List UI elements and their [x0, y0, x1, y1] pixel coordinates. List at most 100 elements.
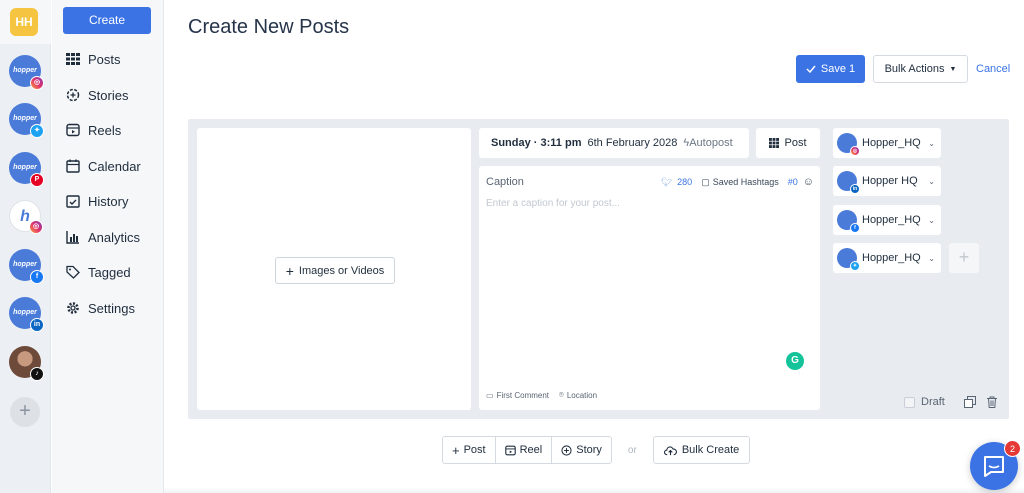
reels-icon: [504, 445, 516, 455]
draft-checkbox[interactable]: [904, 396, 915, 408]
account-label: hopper: [13, 261, 37, 268]
account-avatar-facebook[interactable]: hopper f: [9, 249, 44, 284]
twitter-icon: ✦: [850, 261, 860, 271]
trash-icon[interactable]: [986, 396, 998, 408]
account-avatar-linkedin[interactable]: hopper in: [9, 297, 44, 332]
account-avatar-pinterest[interactable]: hopper P: [9, 152, 44, 187]
account-name: Hopper_HQ: [862, 214, 921, 226]
nav-item-settings[interactable]: Settings: [66, 298, 135, 318]
bulk-actions-label: Bulk Actions: [884, 63, 945, 75]
cancel-link[interactable]: Cancel: [976, 63, 1010, 75]
chevron-down-icon: ⌄: [928, 215, 935, 225]
caption-input[interactable]: [486, 198, 806, 348]
account-avatar: ◎: [837, 133, 860, 156]
linkedin-icon: in: [850, 184, 860, 194]
account-label: h: [20, 208, 30, 225]
nav-label: Tagged: [88, 264, 131, 280]
grid-icon: [66, 53, 80, 65]
post-type-label: Post: [784, 137, 807, 149]
add-story-label: Story: [576, 444, 602, 456]
account-avatar-tiktok[interactable]: ♪: [9, 346, 44, 381]
gear-icon: [67, 302, 79, 314]
nav-item-tagged[interactable]: Tagged: [66, 262, 131, 282]
nav-item-calendar[interactable]: Calendar: [66, 156, 141, 176]
instagram-icon: ◎: [850, 146, 860, 156]
nav-item-history[interactable]: History: [66, 191, 128, 211]
autopost-toggle[interactable]: ϟAutopost: [683, 137, 732, 149]
account-avatar: f: [837, 210, 860, 233]
add-account-selector-button[interactable]: +: [949, 243, 979, 273]
account-label: hopper: [13, 67, 37, 74]
account-selector-twitter[interactable]: ✦ Hopper_HQ ⌄: [833, 243, 941, 273]
draft-toggle[interactable]: Draft: [904, 396, 945, 408]
location-button[interactable]: ⌾ Location: [559, 390, 597, 400]
page-title: Create New Posts: [188, 16, 350, 38]
autopost-label: Autopost: [689, 137, 733, 149]
save-label: Save 1: [820, 63, 856, 75]
saved-hashtags-button[interactable]: ▢ Saved Hashtags: [701, 177, 779, 188]
twitter-icon: ✦: [30, 124, 44, 138]
schedule-date: 6th February 2028: [587, 137, 678, 149]
account-label: hopper: [13, 115, 37, 122]
check-icon: [806, 65, 816, 74]
add-media-button[interactable]: + Images or Videos: [275, 257, 395, 284]
saved-hashtags-label: Saved Hashtags: [712, 177, 779, 187]
linkedin-icon: in: [30, 318, 44, 332]
note-icon: ▢: [701, 176, 710, 187]
facebook-icon: f: [30, 270, 44, 284]
bulk-actions-dropdown[interactable]: Bulk Actions ▼: [873, 55, 968, 83]
caption-editor: Caption 🐦︎ 280 ▢ Saved Hashtags #0 ☺ G ▭…: [479, 166, 820, 410]
account-selector-instagram[interactable]: ◎ Hopper_HQ ⌄: [833, 128, 941, 158]
add-story-button[interactable]: Story: [552, 437, 611, 463]
first-comment-button[interactable]: ▭ First Comment: [486, 391, 549, 400]
media-dropzone[interactable]: + Images or Videos: [197, 128, 471, 410]
grid-icon: [769, 138, 780, 148]
save-button[interactable]: Save 1: [796, 55, 865, 83]
workspace-avatar[interactable]: HH: [10, 8, 38, 36]
analytics-icon: [66, 231, 79, 244]
emoji-icon[interactable]: ☺: [803, 176, 814, 188]
post-editor-panel: + Images or Videos Sunday · 3:11 pm 6th …: [188, 119, 1009, 419]
nav-item-posts[interactable]: Posts: [66, 49, 121, 69]
instagram-icon: ◎: [29, 220, 43, 234]
duplicate-icon[interactable]: [964, 396, 976, 408]
nav-label: History: [88, 193, 129, 209]
nav-label: Stories: [88, 87, 129, 103]
hashtag-count[interactable]: #0: [788, 177, 798, 187]
chevron-down-icon: ⌄: [928, 253, 935, 263]
chevron-down-icon: ⌄: [928, 138, 935, 148]
add-post-label: Post: [463, 444, 486, 456]
chat-unread-badge: 2: [1004, 440, 1021, 457]
grammarly-icon[interactable]: G: [786, 352, 804, 370]
add-reel-button[interactable]: Reel: [496, 437, 553, 463]
nav-label: Calendar: [88, 158, 141, 174]
instagram-icon: ◎: [30, 76, 44, 90]
nav-label: Posts: [88, 51, 121, 67]
account-avatar-instagram[interactable]: hopper ◎: [9, 55, 44, 90]
post-type-selector[interactable]: Post: [756, 128, 820, 158]
chevron-down-icon: ⌄: [928, 176, 935, 186]
account-selector-linkedin[interactable]: in Hopper HQ ⌄: [833, 166, 941, 196]
nav-item-analytics[interactable]: Analytics: [66, 227, 140, 247]
add-post-button[interactable]: + Post: [443, 437, 496, 463]
account-name: Hopper HQ: [862, 175, 918, 187]
bulk-create-button[interactable]: Bulk Create: [652, 436, 751, 464]
account-avatar: ✦: [837, 248, 860, 271]
reels-icon: [66, 123, 80, 137]
add-post-bar: + Post Reel Story or Bulk Create: [442, 436, 751, 464]
nav-item-stories[interactable]: Stories: [66, 85, 128, 105]
nav-label: Analytics: [88, 229, 141, 245]
account-avatar: in: [837, 171, 860, 194]
account-selector-facebook[interactable]: f Hopper_HQ ⌄: [833, 205, 941, 235]
account-avatar-twitter[interactable]: hopper ✦: [9, 103, 44, 138]
account-avatar-instagram-h[interactable]: h ◎: [9, 200, 43, 234]
create-button[interactable]: Create: [63, 7, 151, 34]
nav-sidebar: Create Posts Stories Reels Calendar Hist…: [52, 0, 164, 493]
add-account-button[interactable]: +: [10, 397, 40, 427]
char-count: 280: [677, 177, 693, 187]
nav-item-reels[interactable]: Reels: [66, 120, 121, 140]
caption-footer: ▭ First Comment ⌾ Location: [486, 390, 597, 400]
account-label: hopper: [13, 309, 37, 316]
first-comment-label: First Comment: [496, 390, 550, 400]
schedule-selector[interactable]: Sunday · 3:11 pm 6th February 2028 ϟAuto…: [479, 128, 749, 158]
